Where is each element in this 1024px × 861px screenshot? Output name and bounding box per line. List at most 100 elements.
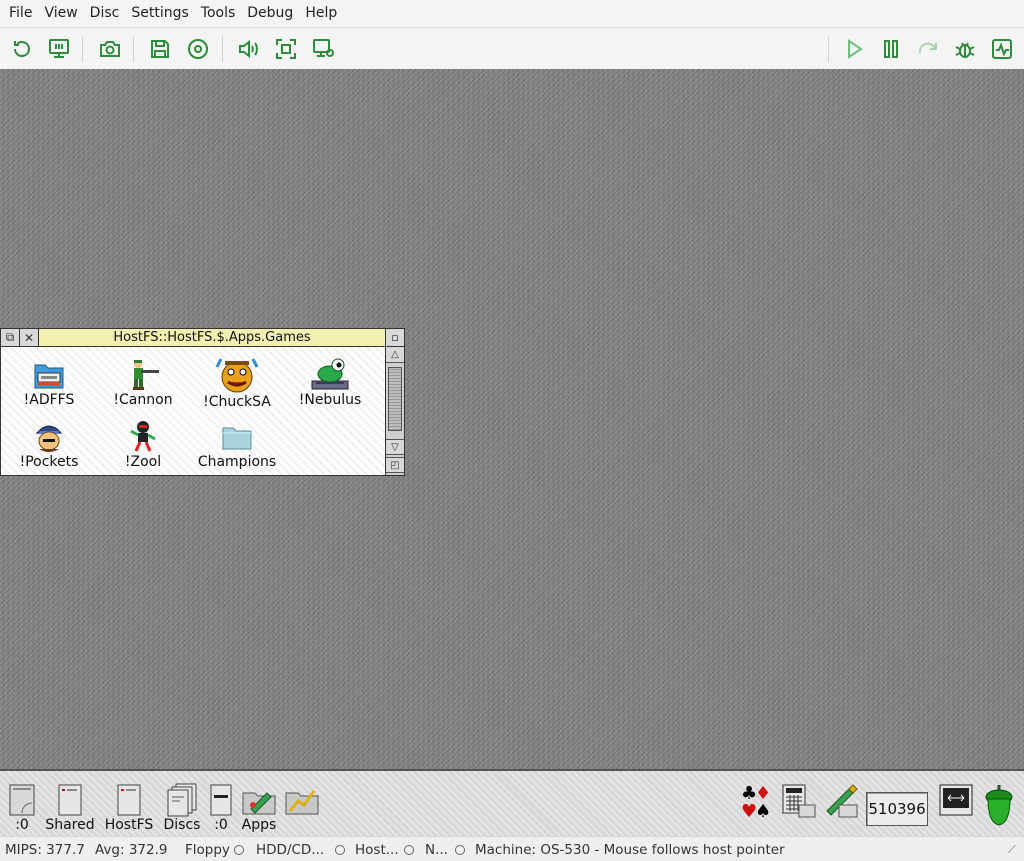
calculator-icon	[782, 784, 816, 818]
filer-content: !ADFFS !Cannon !ChuckSA !Nebulus !Pocket…	[1, 347, 385, 475]
host-status-label: Host...	[355, 842, 399, 858]
monitor-icon[interactable]	[46, 36, 72, 62]
filer-window[interactable]: ⧉ ✕ HostFS::HostFS.$.Apps.Games ▫ !ADFFS	[0, 328, 405, 476]
save-icon[interactable]	[147, 36, 173, 62]
iconbar-acorn[interactable]	[982, 783, 1016, 827]
avg-mips-readout: Avg: 372.9	[95, 842, 168, 858]
iconbar-label: Discs	[163, 817, 201, 833]
debug-bug-icon[interactable]	[952, 36, 978, 62]
pockets-icon	[35, 425, 63, 452]
toggle-size-icon[interactable]: ▫	[385, 329, 404, 347]
scroll-down-icon[interactable]: ▽	[386, 439, 404, 455]
hdd-led-icon	[335, 842, 345, 858]
file-item[interactable]: !Nebulus	[290, 357, 370, 413]
toolbar-separator	[828, 36, 829, 62]
iconbar-label: :0	[15, 817, 29, 833]
floppy-led-icon	[234, 842, 244, 858]
back-icon[interactable]: ⧉	[1, 329, 20, 347]
sound-icon[interactable]	[236, 36, 262, 62]
file-item[interactable]: !ChuckSA	[197, 357, 277, 413]
camera-icon[interactable]	[97, 36, 123, 62]
chart-app-icon	[285, 790, 319, 815]
iconbar-label: :0	[214, 817, 228, 833]
file-item[interactable]: !Cannon	[103, 357, 183, 413]
iconbar-shared[interactable]: Shared	[44, 783, 96, 833]
file-label: !ADFFS	[23, 392, 75, 408]
menu-tools[interactable]: Tools	[195, 0, 242, 27]
menu-view[interactable]: View	[38, 0, 83, 27]
iconbar-floppy-drive[interactable]: :0	[7, 783, 37, 833]
activity-icon[interactable]	[989, 36, 1015, 62]
iconbar-label: Shared	[45, 817, 95, 833]
network-status-label: N...	[425, 842, 448, 858]
iconbar-patience[interactable]: ♣ ♦ ♥ ♠	[736, 783, 774, 823]
menu-disc[interactable]: Disc	[84, 0, 126, 27]
menu-help[interactable]: Help	[299, 0, 343, 27]
file-label: !Cannon	[113, 392, 173, 408]
resize-grip-icon[interactable]: ⟋	[1008, 843, 1016, 857]
display-mode-icon	[939, 784, 973, 816]
reset-icon[interactable]	[9, 36, 35, 62]
icon-bar: :0 Shared HostFS Discs :0 Apps ♣ ♦ ♥ ♠ 5…	[0, 769, 1024, 836]
free-memory-display[interactable]: 510396	[866, 792, 928, 826]
disc-icon[interactable]	[185, 36, 211, 62]
acorn-icon	[985, 785, 1013, 826]
file-label: !ChuckSA	[203, 394, 271, 410]
scroll-thumb[interactable]	[388, 367, 402, 431]
iconbar-label: Apps	[241, 817, 277, 833]
hdd-status-label: HDD/CD...	[256, 842, 325, 858]
fullscreen-icon[interactable]	[273, 36, 299, 62]
filer-title[interactable]: HostFS::HostFS.$.Apps.Games	[39, 329, 385, 347]
iconbar-apps[interactable]: Apps	[240, 783, 278, 833]
scroll-up-icon[interactable]: △	[386, 347, 404, 363]
file-item[interactable]: !ADFFS	[9, 357, 89, 413]
host-led-icon	[404, 842, 414, 858]
zool-icon	[130, 421, 156, 452]
iconbar-paint[interactable]	[822, 783, 860, 819]
iconbar-discs[interactable]: Discs	[162, 783, 202, 833]
menu-bar: File View Disc Settings Tools Debug Help	[0, 0, 1024, 27]
emulator-desktop[interactable]: ⧉ ✕ HostFS::HostFS.$.Apps.Games ▫ !ADFFS	[0, 69, 1024, 769]
chucksa-icon	[215, 358, 259, 393]
toolbar-separator	[222, 36, 223, 62]
iconbar-calculator[interactable]	[780, 783, 818, 819]
toolbar-separator	[82, 36, 83, 62]
paint-icon	[826, 784, 858, 818]
patience-cards-icon: ♣ ♦ ♥ ♠	[741, 783, 771, 822]
iconbar-ram-disc[interactable]: :0	[207, 783, 235, 833]
file-item[interactable]: Champions	[197, 419, 277, 475]
floppy-drive-icon	[9, 784, 35, 816]
close-icon[interactable]: ✕	[20, 329, 39, 347]
hostfs-drive-icon	[117, 784, 141, 816]
floppy-status-label: Floppy	[185, 842, 230, 858]
menu-file[interactable]: File	[3, 0, 38, 27]
iconbar-chart-app[interactable]	[283, 783, 321, 817]
file-item[interactable]: !Zool	[103, 419, 183, 475]
display-settings-icon[interactable]	[310, 36, 336, 62]
nebulus-icon	[311, 358, 349, 390]
machine-status: Machine: OS-530 - Mouse follows host poi…	[475, 842, 785, 858]
step-icon[interactable]	[915, 36, 941, 62]
iconbar-label: HostFS	[104, 817, 154, 833]
mips-readout: MIPS: 377.7	[5, 842, 85, 858]
discs-icon	[167, 783, 197, 817]
file-label: Champions	[197, 454, 277, 470]
shared-drive-icon	[58, 784, 82, 816]
status-bar: MIPS: 377.7 Avg: 372.9 Floppy HDD/CD... …	[0, 836, 1024, 861]
iconbar-display-mode[interactable]	[937, 783, 975, 819]
file-label: !Nebulus	[298, 392, 362, 408]
play-icon[interactable]	[841, 36, 867, 62]
file-item[interactable]: !Pockets	[9, 419, 89, 475]
resize-icon[interactable]: ◰	[386, 457, 404, 473]
ram-disc-icon	[210, 784, 232, 816]
menu-settings[interactable]: Settings	[125, 0, 194, 27]
svg-text:♠: ♠	[755, 801, 771, 822]
toolbar	[0, 27, 1024, 69]
apps-icon	[242, 792, 276, 815]
menu-debug[interactable]: Debug	[241, 0, 299, 27]
iconbar-hostfs[interactable]: HostFS	[103, 783, 155, 833]
pause-icon[interactable]	[878, 36, 904, 62]
vertical-scrollbar[interactable]: △ ▽ ◰	[385, 347, 404, 475]
filer-title-bar[interactable]: ⧉ ✕ HostFS::HostFS.$.Apps.Games ▫	[1, 329, 404, 347]
network-led-icon	[455, 842, 465, 858]
